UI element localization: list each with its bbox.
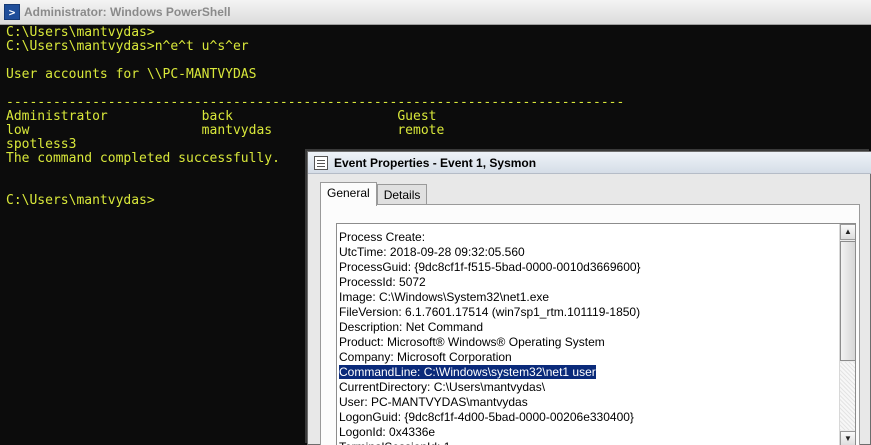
event-field-text: Image: C:\Windows\System32\net1.exe bbox=[339, 290, 550, 304]
console-line: C:\Users\mantvydas>n^e^t u^s^er bbox=[6, 39, 249, 54]
powershell-title: Administrator: Windows PowerShell bbox=[24, 5, 231, 19]
event-field-text: CommandLine: C:\Windows\system32\net1 us… bbox=[339, 365, 596, 379]
event-viewer-icon bbox=[314, 155, 328, 170]
event-field-text: TerminalSessionId: 1 bbox=[339, 440, 450, 445]
event-field-line[interactable]: Product: Microsoft® Windows® Operating S… bbox=[338, 335, 836, 350]
console-line: low mantvydas remote bbox=[6, 123, 445, 138]
console-line: Administrator back Guest bbox=[6, 109, 437, 124]
scrollbar-thumb[interactable] bbox=[840, 241, 855, 361]
event-description-box[interactable]: Process Create: UtcTime: 2018-09-28 09:32… bbox=[336, 223, 856, 445]
console-line: spotless3 bbox=[6, 137, 77, 152]
event-field-line[interactable]: Image: C:\Windows\System32\net1.exe bbox=[338, 290, 836, 305]
event-field-line[interactable]: CommandLine: C:\Windows\system32\net1 us… bbox=[338, 365, 836, 380]
powershell-icon: > bbox=[4, 4, 20, 20]
event-field-text: Description: Net Command bbox=[339, 320, 484, 334]
console-line: C:\Users\mantvydas> bbox=[6, 25, 155, 40]
event-field-text: ProcessGuid: {9dc8cf1f-f515-5bad-0000-00… bbox=[339, 260, 641, 274]
event-description-text: Process Create: UtcTime: 2018-09-28 09:32… bbox=[338, 230, 836, 445]
event-field-text: User: PC-MANTVYDAS\mantvydas bbox=[339, 395, 528, 409]
console-line: ----------------------------------------… bbox=[6, 95, 625, 110]
event-field-text: Product: Microsoft® Windows® Operating S… bbox=[339, 335, 605, 349]
powershell-titlebar[interactable]: > Administrator: Windows PowerShell bbox=[0, 0, 871, 25]
scrollbar-track[interactable] bbox=[840, 362, 855, 430]
event-field-text: FileVersion: 6.1.7601.17514 (win7sp1_rtm… bbox=[339, 305, 641, 319]
event-field-line[interactable]: User: PC-MANTVYDAS\mantvydas bbox=[338, 395, 836, 410]
event-field-line[interactable]: FileVersion: 6.1.7601.17514 (win7sp1_rtm… bbox=[338, 305, 836, 320]
event-field-line[interactable]: Process Create: bbox=[338, 230, 836, 245]
event-field-text: UtcTime: 2018-09-28 09:32:05.560 bbox=[339, 245, 525, 259]
event-field-line[interactable]: UtcTime: 2018-09-28 09:32:05.560 bbox=[338, 245, 836, 260]
dialog-titlebar[interactable]: Event Properties - Event 1, Sysmon bbox=[308, 152, 871, 174]
event-properties-dialog[interactable]: Event Properties - Event 1, Sysmon Gener… bbox=[307, 151, 871, 445]
event-field-text: Process Create: bbox=[339, 230, 426, 244]
event-field-line[interactable]: Company: Microsoft Corporation bbox=[338, 350, 836, 365]
event-field-text: CurrentDirectory: C:\Users\mantvydas\ bbox=[339, 380, 546, 394]
general-tab-page: Process Create: UtcTime: 2018-09-28 09:32… bbox=[320, 204, 860, 445]
event-field-text: Company: Microsoft Corporation bbox=[339, 350, 512, 364]
event-field-text: LogonGuid: {9dc8cf1f-4d00-5bad-0000-0020… bbox=[339, 410, 634, 424]
event-field-line[interactable]: ProcessGuid: {9dc8cf1f-f515-5bad-0000-00… bbox=[338, 260, 836, 275]
event-field-line[interactable]: TerminalSessionId: 1 bbox=[338, 440, 836, 445]
tab-strip: General Details bbox=[320, 182, 428, 206]
arrow-down-icon[interactable]: ▼ bbox=[840, 431, 855, 445]
arrow-up-icon[interactable]: ▲ bbox=[840, 224, 855, 240]
tab-general[interactable]: General bbox=[320, 182, 377, 206]
dialog-title: Event Properties - Event 1, Sysmon bbox=[334, 155, 537, 170]
vertical-scrollbar[interactable]: ▲ ▼ bbox=[839, 224, 855, 445]
event-field-line[interactable]: LogonId: 0x4336e bbox=[338, 425, 836, 440]
event-field-line[interactable]: CurrentDirectory: C:\Users\mantvydas\ bbox=[338, 380, 836, 395]
tab-details[interactable]: Details bbox=[376, 184, 428, 205]
event-field-text: LogonId: 0x4336e bbox=[339, 425, 436, 439]
event-field-line[interactable]: LogonGuid: {9dc8cf1f-4d00-5bad-0000-0020… bbox=[338, 410, 836, 425]
event-field-line[interactable]: ProcessId: 5072 bbox=[338, 275, 836, 290]
event-field-text: ProcessId: 5072 bbox=[339, 275, 426, 289]
console-line: User accounts for \\PC-MANTVYDAS bbox=[6, 67, 257, 82]
event-field-line[interactable]: Description: Net Command bbox=[338, 320, 836, 335]
